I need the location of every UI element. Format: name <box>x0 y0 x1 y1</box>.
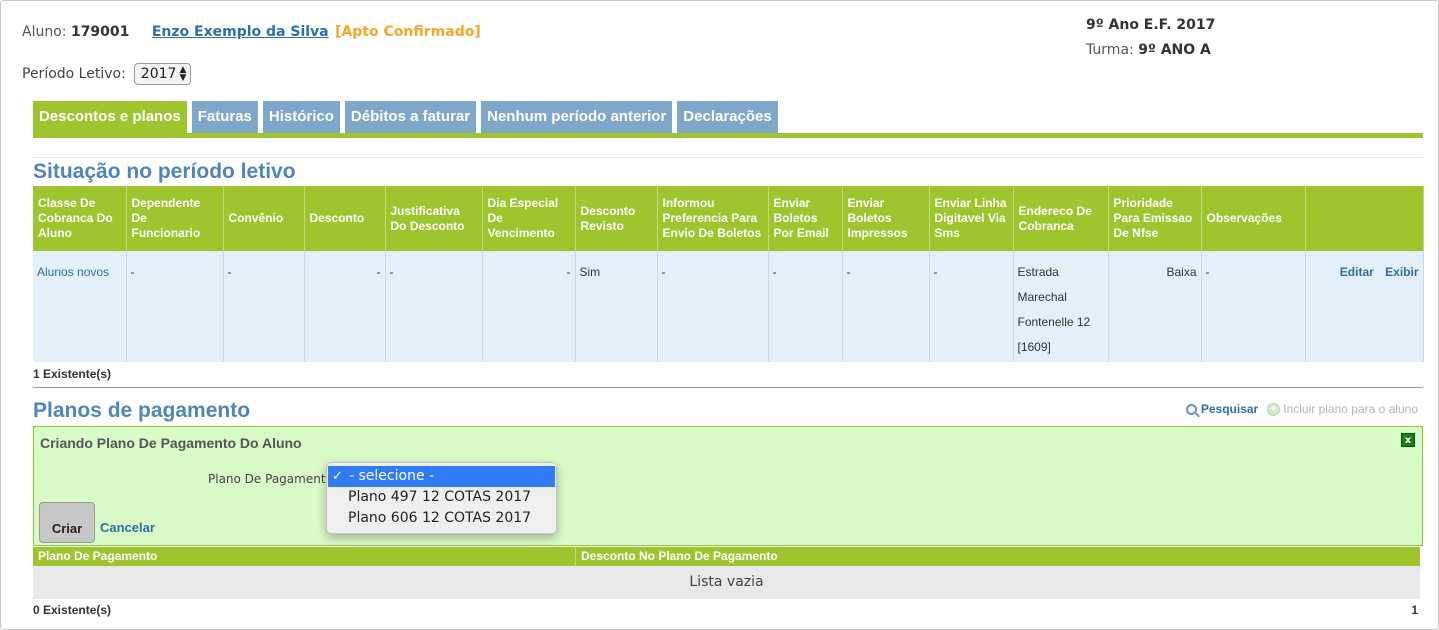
divider <box>33 387 1423 388</box>
tab-nenhum-periodo-anterior[interactable]: Nenhum período anterior <box>481 101 673 133</box>
search-link[interactable]: Pesquisar <box>1185 402 1259 416</box>
cell-endereco: Estrada Marechal Fontenelle 12 [1609] <box>1013 251 1109 362</box>
create-button[interactable]: Criar <box>39 502 95 543</box>
tab-underline <box>33 133 1423 138</box>
column-header: Informou Preferencia Para Envio De Bolet… <box>657 186 769 251</box>
dropdown-option[interactable]: ✓ - selecione - <box>328 466 555 487</box>
dropdown-option[interactable]: Plano 606 12 COTAS 2017 <box>327 508 556 529</box>
situation-count: 1 Existente(s) <box>33 367 112 381</box>
create-plan-panel: Criando Plano De Pagamento Do Aluno x Pl… <box>33 426 1423 546</box>
divider <box>33 157 1423 158</box>
cell-linha-sms: - <box>929 251 1014 362</box>
column-header: Enviar Boletos Por Email <box>768 186 843 251</box>
include-plan-link[interactable]: + Incluir plano para o aluno <box>1267 402 1418 416</box>
cell-boletos-email: - <box>768 251 843 362</box>
plans-count: 0 Existente(s) <box>33 603 112 617</box>
column-header: Prioridade Para Emissao De Nfse <box>1108 186 1202 251</box>
class-info: 9º Ano E.F. 2017 Turma: 9º ANO A <box>1086 13 1215 63</box>
period-value: 2017 <box>140 66 177 82</box>
class-value: 9º ANO A <box>1138 42 1211 58</box>
tab-faturas[interactable]: Faturas <box>191 101 258 133</box>
period-select[interactable]: 2017 ▲ ▼ <box>133 63 192 85</box>
column-header: Justificativa Do Desconto <box>385 186 483 251</box>
cell-dependente: - <box>126 251 224 362</box>
cell-desconto-revisto: Sim <box>575 251 658 362</box>
table-row: Alunos novos - - - - - Sim - - - - Estra… <box>33 251 1424 362</box>
cancel-link[interactable]: Cancelar <box>100 520 155 535</box>
plans-list-header: Plano De Pagamento Desconto No Plano De … <box>33 547 1420 566</box>
student-header: Aluno: 179001 Enzo Exemplo da Silva [Apt… <box>22 24 481 40</box>
column-header-actions <box>1305 186 1424 251</box>
cell-justificativa: - <box>385 251 483 362</box>
cell-desconto: - <box>304 251 386 362</box>
class-label: Turma: <box>1086 42 1134 58</box>
plan-actions: Pesquisar + Incluir plano para o aluno <box>1185 402 1418 416</box>
column-header: Desconto No Plano De Pagamento <box>581 549 778 563</box>
tab-descontos-e-planos[interactable]: Descontos e planos <box>33 101 187 133</box>
column-header: Desconto <box>304 186 386 251</box>
column-header: Desconto Revisto <box>575 186 658 251</box>
tab-debitos-a-faturar[interactable]: Débitos a faturar <box>344 101 477 133</box>
panel-title: Criando Plano De Pagamento Do Aluno <box>40 435 302 451</box>
close-icon[interactable]: x <box>1401 433 1415 447</box>
edit-link[interactable]: Editar <box>1340 265 1374 279</box>
magnifier-icon <box>1185 403 1197 415</box>
student-id: 179001 <box>70 24 130 40</box>
cell-actions: Editar Exibir <box>1305 251 1424 362</box>
search-label: Pesquisar <box>1200 402 1259 416</box>
grade-label: 9º Ano E.F. 2017 <box>1086 17 1216 33</box>
table-header-row: Classe De Cobranca Do Aluno Dependente D… <box>33 186 1424 251</box>
empty-list-message: Lista vazia <box>33 566 1420 599</box>
cell-convenio: - <box>223 251 305 362</box>
column-header: Plano De Pagamento <box>33 547 576 566</box>
column-header: Endereco De Cobranca <box>1013 186 1109 251</box>
situation-table: Classe De Cobranca Do Aluno Dependente D… <box>33 186 1424 362</box>
column-header: Enviar Boletos Impressos <box>842 186 930 251</box>
status-badge: [Apto Confirmado] <box>335 24 481 40</box>
select-arrows-icon: ▲ ▼ <box>179 65 187 83</box>
payment-plans-title: Planos de pagamento <box>33 399 251 422</box>
cell-observacoes: - <box>1201 251 1306 362</box>
cell-boletos-impressos: - <box>842 251 930 362</box>
plan-dropdown-menu: ✓ - selecione - Plano 497 12 COTAS 2017 … <box>326 462 557 534</box>
plus-circle-icon: + <box>1267 402 1281 416</box>
column-header: Classe De Cobranca Do Aluno <box>33 186 127 251</box>
column-header: Enviar Linha Digitavel Via Sms <box>929 186 1014 251</box>
column-header: Dia Especial De Vencimento <box>482 186 576 251</box>
check-icon: ✓ <box>332 469 343 484</box>
period-row: Período Letivo: 2017 ▲ ▼ <box>22 63 192 85</box>
cell-prioridade: Baixa <box>1108 251 1202 362</box>
student-name-link[interactable]: Enzo Exemplo da Silva <box>152 24 329 40</box>
tab-bar: Descontos e planos Faturas Histórico Déb… <box>33 101 783 133</box>
situation-title: Situação no período letivo <box>33 160 296 183</box>
column-header: Convênio <box>223 186 305 251</box>
cell-informou-preferencia: - <box>657 251 769 362</box>
dropdown-option[interactable]: Plano 497 12 COTAS 2017 <box>327 487 556 508</box>
student-label: Aluno: <box>22 24 67 40</box>
tab-declaracoes[interactable]: Declarações <box>677 101 778 133</box>
view-link[interactable]: Exibir <box>1385 265 1418 279</box>
include-label: Incluir plano para o aluno <box>1283 402 1418 416</box>
billing-class-link[interactable]: Alunos novos <box>37 265 109 279</box>
tab-historico[interactable]: Histórico <box>262 101 340 133</box>
period-label: Período Letivo: <box>22 66 126 82</box>
column-header: Dependente De Funcionario <box>126 186 224 251</box>
cell-dia-especial: - <box>482 251 576 362</box>
page-number[interactable]: 1 <box>1411 603 1418 617</box>
column-header: Observações <box>1201 186 1306 251</box>
plan-field-label: Plano De Pagamento <box>208 472 333 486</box>
